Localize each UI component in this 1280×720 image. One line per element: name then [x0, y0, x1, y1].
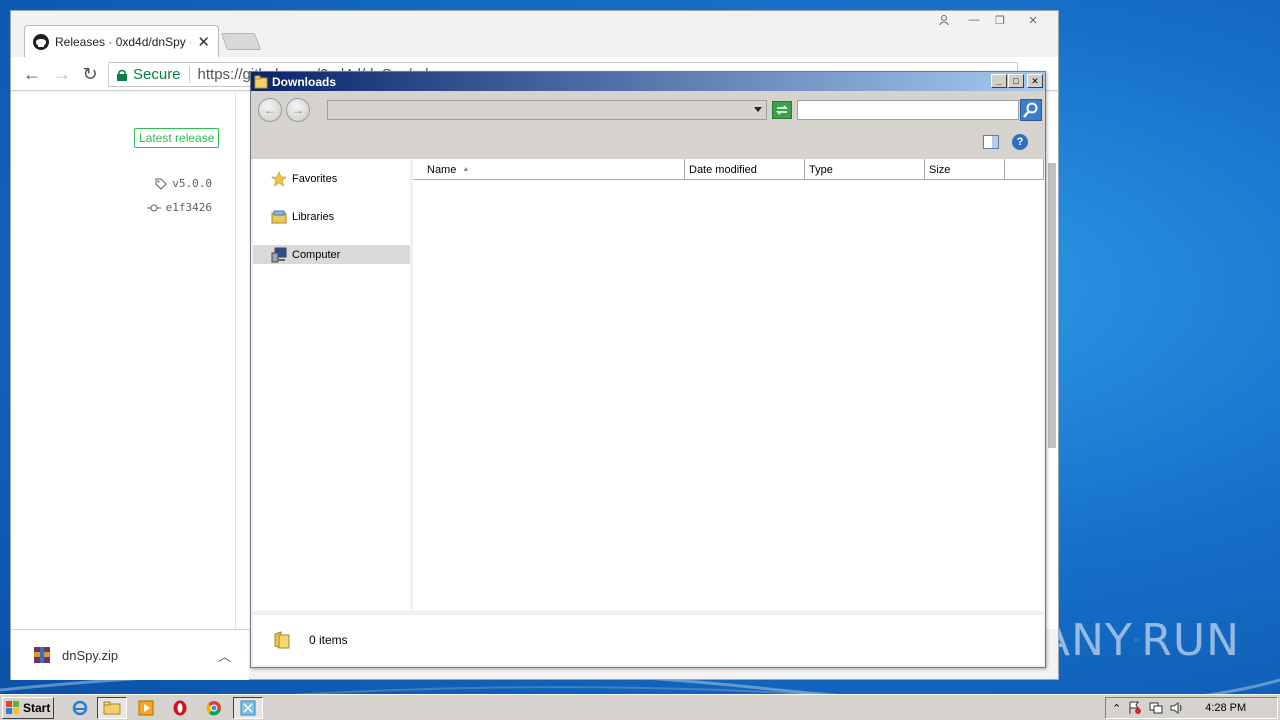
- download-shelf: dnSpy.zip ︿: [11, 629, 249, 680]
- column-header-date-modified[interactable]: Date modified: [685, 159, 805, 180]
- refresh-icon[interactable]: [772, 101, 792, 119]
- download-file-name[interactable]: dnSpy.zip: [62, 648, 218, 663]
- column-label-date-modified: Date modified: [689, 164, 757, 176]
- tab-title: Releases · 0xd4d/dnSpy · GitHub: [55, 34, 191, 49]
- item-count: 0 items: [309, 633, 348, 647]
- tag-label: v5.0.0: [172, 177, 212, 190]
- column-label-name: Name: [427, 164, 457, 176]
- system-tray: ⌃ 4:28 PM: [1105, 697, 1278, 719]
- tag-icon: [155, 178, 167, 190]
- dialog-titlebar[interactable]: Downloads: [251, 72, 1045, 91]
- column-header-type[interactable]: Type: [805, 159, 925, 180]
- start-label: Start: [23, 701, 51, 715]
- star-icon: [271, 170, 287, 187]
- dialog-close-icon[interactable]: ✕: [1027, 74, 1043, 88]
- new-tab-button[interactable]: [220, 33, 262, 50]
- folder-icon: [254, 75, 268, 88]
- release-commit[interactable]: e1f3426: [146, 201, 212, 214]
- column-header-name[interactable]: Name ▲: [413, 159, 685, 180]
- dialog-back-icon[interactable]: ←: [258, 98, 282, 122]
- column-header-size[interactable]: Size: [925, 159, 1005, 180]
- dialog-address-bar: ← →: [251, 91, 1045, 127]
- computer-icon: [271, 247, 287, 262]
- secure-label: Secure: [133, 66, 181, 83]
- profile-icon[interactable]: [931, 11, 957, 29]
- minimize-icon[interactable]: —: [961, 11, 987, 29]
- dialog-command-bar: ?: [251, 127, 1045, 159]
- commit-icon: [146, 204, 161, 211]
- tab-strip: Releases · 0xd4d/dnSpy · GitHub ✕ — ❐ ✕: [11, 11, 1058, 57]
- file-list[interactable]: Name ▲ Date modified Type Size: [413, 159, 1044, 611]
- libraries-icon: [271, 210, 287, 223]
- close-window-icon[interactable]: ✕: [1020, 11, 1046, 29]
- commit-label: e1f3426: [165, 201, 212, 214]
- opera-icon[interactable]: [165, 697, 195, 719]
- nav-item-libraries[interactable]: Libraries: [253, 207, 410, 226]
- zip-archive-icon: [34, 647, 50, 663]
- forward-arrow-icon[interactable]: →: [51, 63, 73, 85]
- anyrun-watermark: ANY RUN: [1040, 608, 1240, 672]
- preview-pane-icon[interactable]: [983, 135, 999, 149]
- taskbar: Start ⌃ 4:28 PM: [0, 694, 1280, 720]
- browser-tab[interactable]: Releases · 0xd4d/dnSpy · GitHub ✕: [24, 25, 219, 57]
- nav-label-libraries: Libraries: [292, 210, 335, 223]
- search-icon[interactable]: [1020, 99, 1042, 121]
- dialog-status-bar: 0 items: [253, 615, 1044, 665]
- network-icon[interactable]: [1149, 701, 1163, 715]
- media-player-icon[interactable]: [131, 697, 161, 719]
- chrome-icon[interactable]: [199, 697, 229, 719]
- nav-item-favorites[interactable]: Favorites: [253, 169, 410, 188]
- help-icon[interactable]: ?: [1012, 134, 1028, 150]
- page-scrollbar[interactable]: [1048, 163, 1056, 448]
- play-logo-icon: [1135, 637, 1139, 643]
- sort-ascending-icon: ▲: [462, 166, 470, 173]
- downloads-dialog: Downloads _ □ ✕ ← → ? Favorites Librarie…: [250, 71, 1046, 668]
- restore-icon[interactable]: ❐: [987, 11, 1013, 29]
- navigation-pane: Favorites Libraries Computer: [253, 159, 410, 611]
- chevron-up-icon[interactable]: ︿: [218, 646, 231, 665]
- show-hidden-icons-icon[interactable]: ⌃: [1112, 702, 1121, 715]
- nav-item-computer[interactable]: Computer: [253, 245, 410, 264]
- volume-icon[interactable]: [1170, 701, 1184, 715]
- dialog-minimize-icon[interactable]: _: [991, 74, 1007, 88]
- dialog-maximize-icon[interactable]: □: [1008, 74, 1024, 88]
- content-divider: [235, 92, 236, 629]
- column-label-type: Type: [809, 164, 833, 176]
- close-tab-icon[interactable]: ✕: [197, 33, 210, 51]
- search-input[interactable]: [797, 100, 1019, 120]
- dropdown-arrow-icon[interactable]: [754, 107, 762, 112]
- nav-label-computer: Computer: [292, 248, 341, 261]
- column-header-filler: [1005, 159, 1044, 180]
- clock[interactable]: 4:28 PM: [1205, 702, 1246, 714]
- dialog-forward-icon[interactable]: →: [286, 98, 310, 122]
- folder-status-icon: [274, 631, 290, 649]
- dnspy-icon[interactable]: [233, 697, 263, 719]
- github-icon: [33, 33, 49, 50]
- address-separator: [188, 66, 190, 83]
- start-button[interactable]: Start: [2, 697, 54, 719]
- back-arrow-icon[interactable]: ←: [21, 63, 43, 85]
- explorer-folder-icon[interactable]: [97, 697, 127, 719]
- column-label-size: Size: [929, 164, 951, 176]
- lock-icon: [117, 69, 127, 81]
- path-box[interactable]: [327, 100, 767, 120]
- watermark-right-text: RUN: [1141, 614, 1240, 666]
- reload-icon[interactable]: ↻: [79, 63, 101, 85]
- release-tag[interactable]: v5.0.0: [155, 177, 212, 190]
- nav-label-favorites: Favorites: [292, 172, 338, 185]
- latest-release-badge: Latest release: [134, 128, 220, 148]
- dialog-title: Downloads: [272, 74, 337, 89]
- action-center-icon[interactable]: [1128, 701, 1142, 715]
- windows-logo-icon: [6, 701, 19, 714]
- internet-explorer-icon[interactable]: [65, 697, 95, 719]
